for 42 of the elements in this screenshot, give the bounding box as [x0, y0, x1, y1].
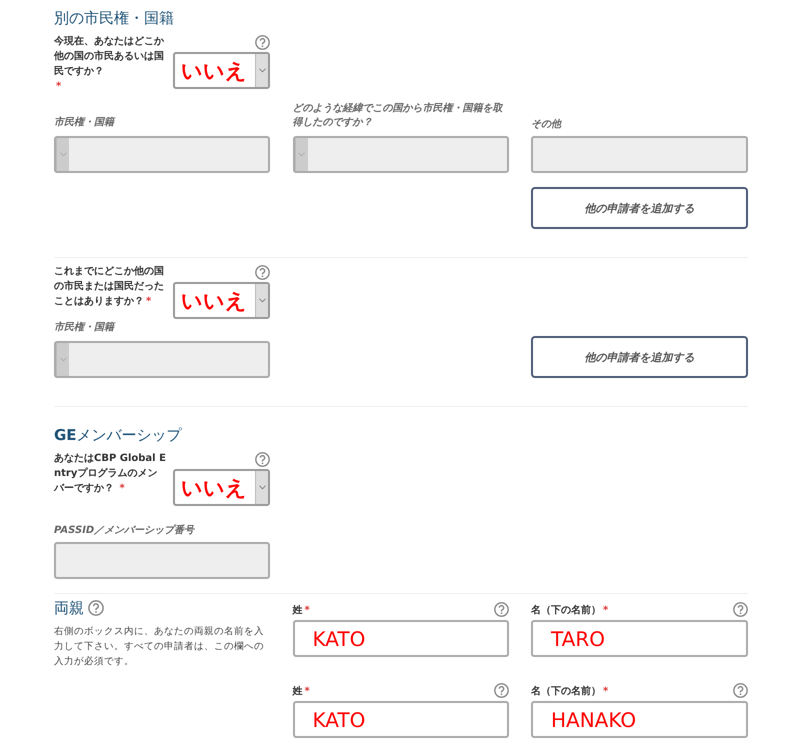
required-mark: *	[56, 81, 62, 92]
field-label: 姓 *	[292, 684, 310, 698]
field-label: その他	[531, 118, 563, 132]
help-icon[interactable]	[255, 452, 270, 467]
field-label: 市民権・国籍	[54, 321, 116, 335]
help-icon[interactable]	[733, 683, 748, 698]
name-field[interactable]: KATO	[292, 701, 508, 738]
help-icon[interactable]	[255, 35, 270, 50]
section-description: 右側のボックス内に、あなたの両親の名前を入力して下さい。すべての申請者は、この欄への入力が必須です。	[54, 625, 265, 669]
caret-icon	[60, 357, 66, 362]
answer-dropdown[interactable]: いいえ	[173, 52, 270, 89]
question-label: あなたはCBP Global Entryプログラムのメンバーですか？ *	[54, 452, 166, 496]
answer-dropdown[interactable]: いいえ	[173, 282, 270, 319]
question-label: これまでにどこか他の国の市民または国民だったことはありますか？ *	[54, 264, 165, 309]
field-label: 名（下の名前） *	[531, 684, 608, 698]
section-title: 両親	[54, 598, 84, 618]
help-icon[interactable]	[494, 602, 508, 617]
caret-icon	[258, 485, 266, 490]
name-field[interactable]: HANAKO	[531, 701, 748, 738]
answer-dropdown[interactable]: いいえ	[173, 469, 270, 506]
add-applicant-button[interactable]: 他の申請者を追加する	[531, 187, 748, 229]
section-title: 別の市民権・国籍	[54, 8, 175, 28]
name-field[interactable]: TARO	[531, 620, 748, 657]
name-field[interactable]: KATO	[292, 620, 508, 657]
required-mark: *	[119, 483, 125, 494]
field-label: 市民権・国籍	[54, 116, 116, 130]
add-applicant-button[interactable]: 他の申請者を追加する	[531, 336, 748, 378]
question-label: 今現在、あなたはどこか他の国の市民あるいは国民ですか？ *	[54, 34, 165, 94]
caret-icon	[298, 152, 305, 157]
field-label: 姓 *	[292, 604, 310, 616]
help-icon[interactable]	[255, 265, 270, 280]
field-label: どのような経緯でこの国から市民権・国籍を取得したのですか？	[292, 102, 504, 130]
help-icon[interactable]	[494, 683, 508, 698]
required-mark: *	[146, 296, 152, 307]
help-icon[interactable]	[88, 600, 104, 616]
section-title: GEメンバーシップ	[54, 425, 183, 445]
help-icon[interactable]	[733, 602, 748, 617]
caret-icon	[258, 298, 266, 303]
caret-icon	[258, 68, 266, 73]
field-label: PASSID／メンバーシップ番号	[54, 524, 196, 538]
field-label: 名（下の名前） *	[531, 604, 608, 616]
caret-icon	[60, 152, 66, 157]
